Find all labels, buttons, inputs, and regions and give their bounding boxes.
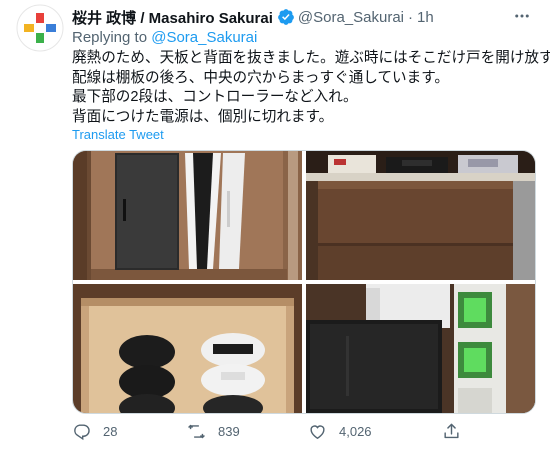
reply-icon <box>74 424 90 441</box>
photo-top-shelf[interactable] <box>306 151 535 280</box>
reply-button[interactable]: 28 <box>72 422 117 441</box>
more-icon[interactable] <box>512 7 532 25</box>
retweet-icon <box>188 424 205 439</box>
photo-power-switches[interactable] <box>306 284 535 413</box>
like-button[interactable]: 4,026 <box>308 422 372 441</box>
author-name[interactable]: 桜井 政博 / Masahiro Sakurai <box>72 7 273 28</box>
retweet-count: 839 <box>218 424 240 439</box>
avatar-logo <box>16 4 64 52</box>
replying-to: Replying to @Sora_Sakurai <box>72 29 257 46</box>
tweet-text: 廃熱のため、天板と背面を抜きました。遊ぶ時にはそこだけ戸を開け放す。 配線は棚板… <box>72 49 550 127</box>
share-button[interactable] <box>442 422 473 441</box>
tweet-header: 桜井 政博 / Masahiro Sakurai @Sora_Sakurai ·… <box>72 6 534 28</box>
like-count: 4,026 <box>339 424 372 439</box>
avatar[interactable] <box>16 4 64 52</box>
separator-dot: · <box>408 8 414 26</box>
author-handle[interactable]: @Sora_Sakurai <box>298 9 404 26</box>
share-icon <box>444 423 459 439</box>
tweet-time[interactable]: 1h <box>417 9 434 26</box>
verified-icon <box>278 9 294 25</box>
tweet-text-line: 廃熱のため、天板と背面を抜きました。遊ぶ時にはそこだけ戸を開け放す。 <box>72 50 550 66</box>
tweet-text-line: 背面につけた電源は、個別に切れます。 <box>72 108 334 125</box>
action-bar: 28 839 4,026 <box>72 420 534 446</box>
like-icon <box>310 425 325 440</box>
photo-consoles[interactable] <box>73 151 302 280</box>
photo-controllers[interactable] <box>73 284 302 413</box>
tweet-text-line: 配線は棚板の後ろ、中央の穴からまっすぐ通しています。 <box>72 69 449 86</box>
replying-to-label: Replying to <box>72 29 148 46</box>
photo-grid <box>72 150 536 414</box>
replying-to-link[interactable]: @Sora_Sakurai <box>151 29 257 46</box>
retweet-button[interactable]: 839 <box>187 422 240 441</box>
tweet-text-line: 最下部の2段は、コントローラーなど入れ。 <box>72 89 358 106</box>
reply-count: 28 <box>103 424 118 439</box>
translate-tweet-link[interactable]: Translate Tweet <box>72 127 164 142</box>
